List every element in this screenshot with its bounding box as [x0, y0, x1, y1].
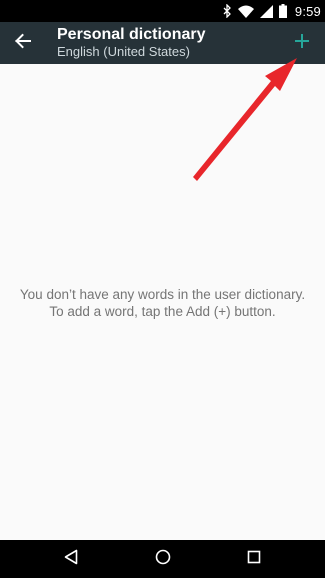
home-circle-icon: [155, 549, 171, 570]
page-title: Personal dictionary: [57, 26, 206, 43]
dictionary-content: You don’t have any words in the user dic…: [0, 64, 325, 540]
empty-state-message: You don’t have any words in the user dic…: [0, 286, 325, 320]
empty-state-line-2: To add a word, tap the Add (+) button.: [49, 304, 276, 319]
nav-back-button[interactable]: [59, 547, 83, 571]
status-time: 9:59: [294, 3, 321, 19]
status-icons: 9:59: [223, 0, 321, 22]
add-word-button[interactable]: [287, 28, 317, 58]
nav-bar: [0, 540, 325, 578]
status-bar: 9:59: [0, 0, 325, 22]
recents-square-icon: [247, 550, 261, 569]
nav-recents-button[interactable]: [242, 547, 266, 571]
page-subtitle: English (United States): [57, 44, 190, 59]
title-block: Personal dictionary English (United Stat…: [57, 25, 206, 60]
app-bar: Personal dictionary English (United Stat…: [0, 22, 325, 64]
wifi-icon: [237, 5, 254, 18]
nav-home-button[interactable]: [151, 547, 175, 571]
plus-icon: [295, 33, 309, 53]
battery-icon: [278, 4, 287, 18]
bluetooth-icon: [223, 4, 232, 18]
signal-icon: [259, 4, 273, 18]
screen: 9:59 Personal dictionary English (United…: [0, 0, 325, 578]
arrow-back-icon: [15, 33, 31, 54]
back-triangle-icon: [64, 549, 78, 570]
back-button[interactable]: [8, 26, 38, 60]
empty-state-line-1: You don’t have any words in the user dic…: [19, 287, 306, 302]
